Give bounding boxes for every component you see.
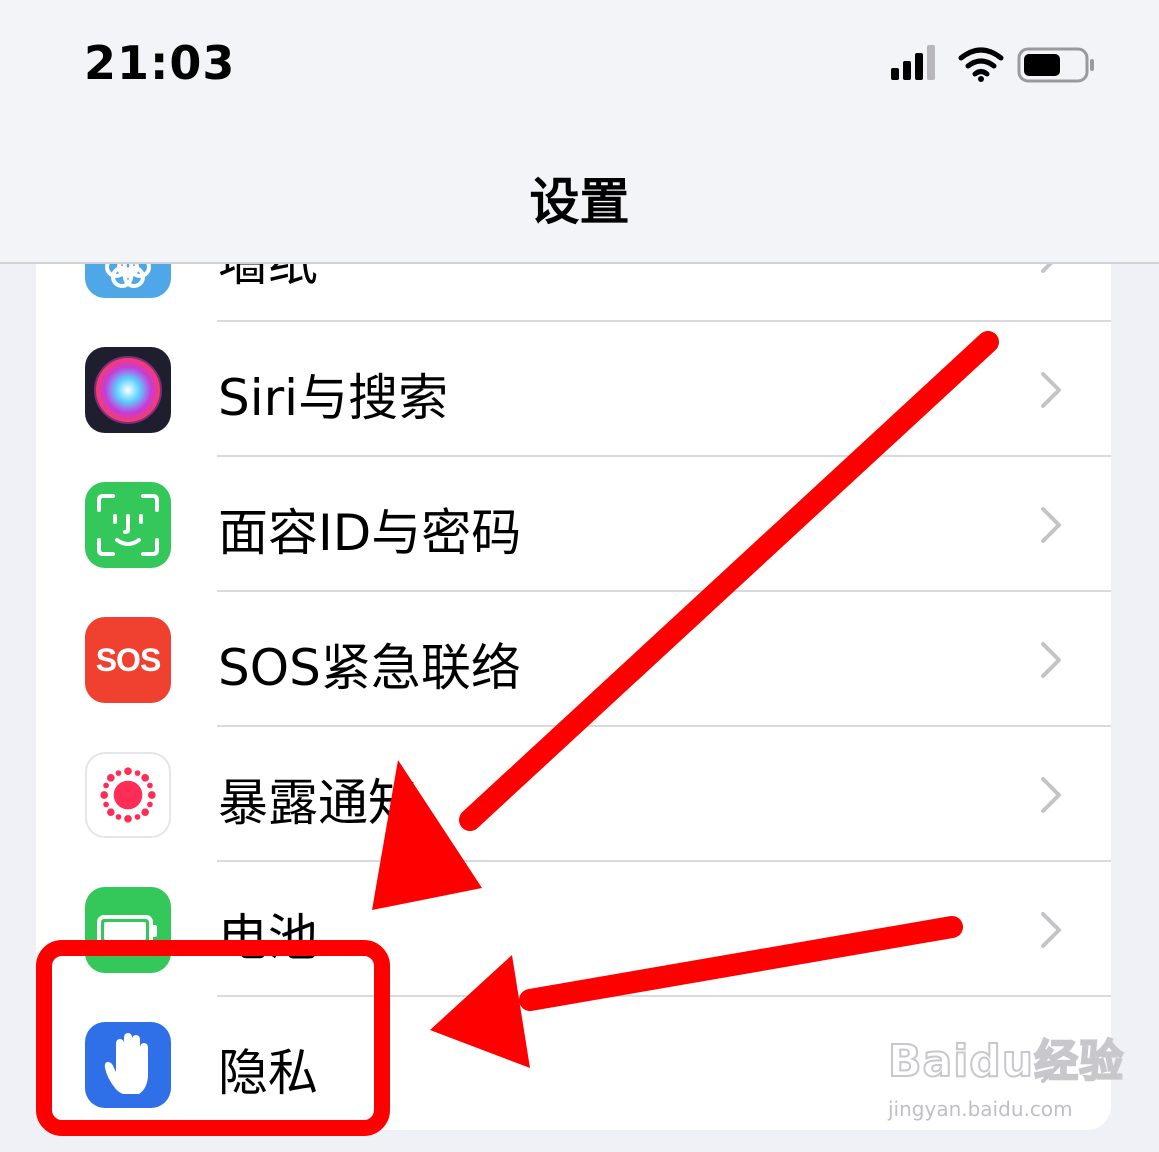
annotation-highlight-box	[36, 940, 390, 1136]
annotation-arrow-upper	[372, 331, 999, 910]
watermark-brand: Baidu经验	[887, 1035, 1125, 1088]
annotation-arrow-lower	[430, 916, 963, 1068]
watermark: Baidu经验 jingyan.baidu.com	[887, 1025, 1125, 1121]
watermark-url: jingyan.baidu.com	[888, 1097, 1073, 1121]
